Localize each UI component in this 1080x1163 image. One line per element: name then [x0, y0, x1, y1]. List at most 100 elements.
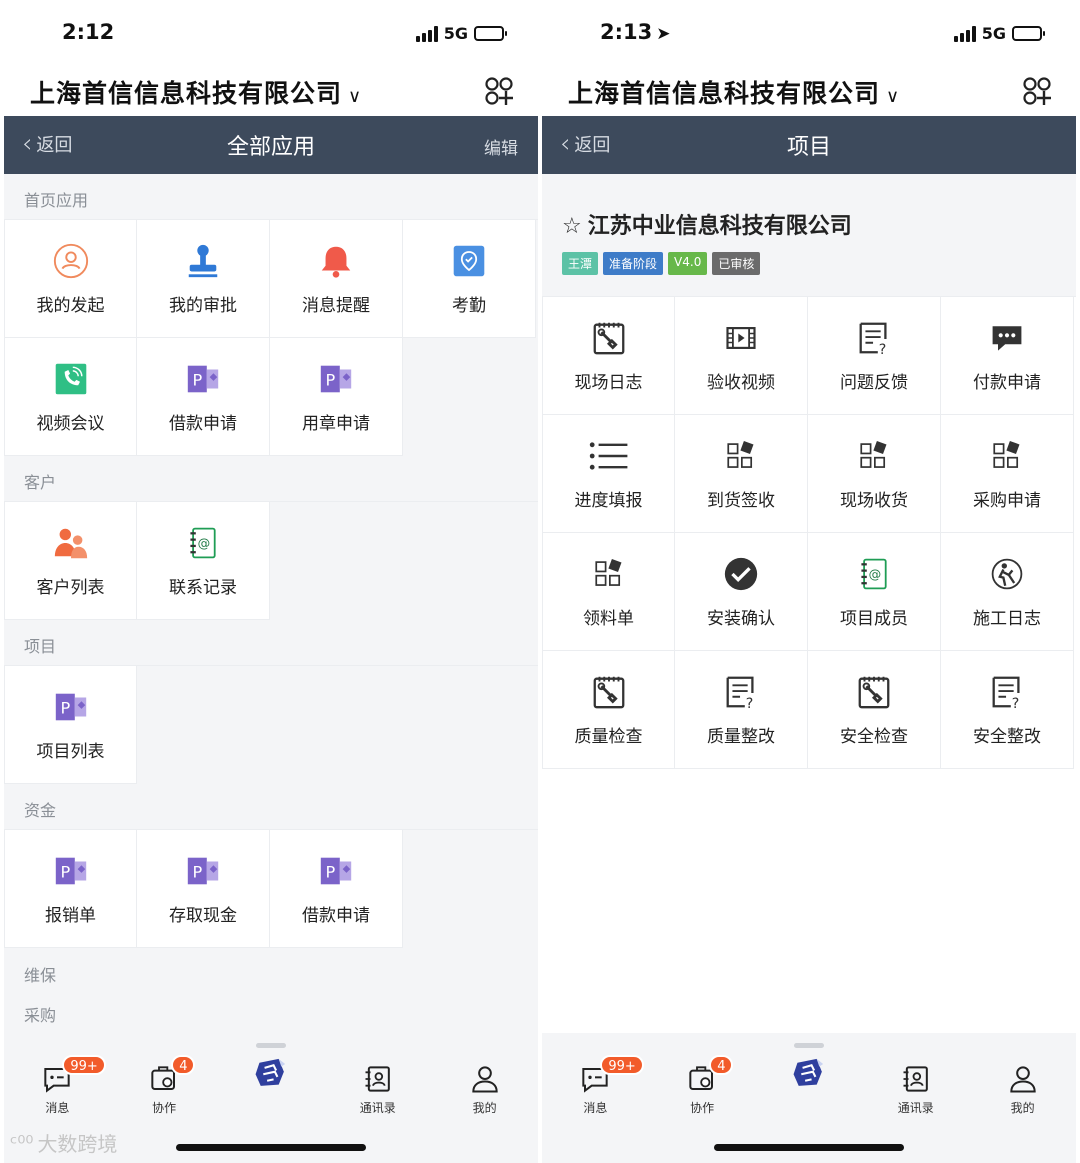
app-tile-label: 报销单	[45, 906, 96, 926]
app-tile[interactable]: 进度填报	[542, 415, 675, 533]
app-tile[interactable]: 安全检查	[808, 651, 941, 769]
p-form-icon: P	[183, 359, 223, 399]
app-tile[interactable]: 安装确认	[675, 533, 808, 651]
app-tile[interactable]: P 用章申请	[270, 338, 403, 456]
section-grid: 客户列表 @ 联系记录	[4, 501, 538, 620]
tab-label: 我的	[1010, 1101, 1035, 1115]
app-tile-label: 考勤	[452, 296, 486, 316]
app-tile-label: 现场日志	[574, 373, 643, 393]
company-selector[interactable]: 上海首信信息科技有限公司 ∨	[568, 74, 900, 110]
app-tile[interactable]: @ 联系记录	[137, 502, 270, 620]
svg-text:?: ?	[879, 342, 887, 357]
user-circle-icon	[51, 241, 91, 281]
app-tile[interactable]: ? 安全整改	[941, 651, 1074, 769]
p-form-icon: P	[51, 687, 91, 727]
apps-grid-icon[interactable]	[1022, 76, 1052, 106]
address-book-icon: @	[854, 554, 894, 594]
logo-icon: ᶜ⁰⁰	[10, 1130, 34, 1155]
svg-text:P: P	[193, 371, 203, 390]
nav-bar: ‹ 返回 项目	[542, 116, 1076, 174]
svg-text:@: @	[198, 536, 211, 551]
app-tile-label: 质量检查	[574, 727, 643, 747]
star-icon[interactable]: ☆	[562, 214, 582, 239]
nav-bar: ‹ 返回 全部应用 编辑	[4, 116, 538, 174]
app-tile[interactable]: 付款申请	[941, 297, 1074, 415]
app-tile[interactable]: ? 质量整改	[675, 651, 808, 769]
p-form-icon: P	[316, 851, 356, 891]
tab-home[interactable]	[764, 1058, 854, 1116]
app-tile[interactable]: 领料单	[542, 533, 675, 651]
app-tile[interactable]: 客户列表	[4, 502, 137, 620]
status-time: 2:13 ➤	[600, 20, 671, 44]
app-tile[interactable]: 我的发起	[4, 220, 137, 338]
person-icon	[467, 1061, 503, 1097]
status-badge: 王潭	[562, 252, 599, 275]
tab-contacts[interactable]: 通讯录	[871, 1061, 961, 1116]
section-title: 维保	[24, 966, 57, 985]
app-tile[interactable]: P 项目列表	[4, 666, 137, 784]
app-tile-label: 采购申请	[973, 491, 1041, 511]
app-tile[interactable]: P 存取现金	[137, 830, 270, 948]
right-screen: 2:13 ➤ 5G 上海首信信息科技有限公司 ∨ ‹ 返回 项目 ☆ 江苏中业信息科技有…	[542, 0, 1076, 1163]
app-tile[interactable]: 施工日志	[941, 533, 1074, 651]
page-title: 全部应用	[226, 135, 315, 160]
tab-collaboration[interactable]: 协作 4	[119, 1055, 209, 1116]
address-book-icon: @	[183, 523, 223, 563]
company-bar: 上海首信信息科技有限公司 ∨	[4, 66, 538, 116]
app-tile[interactable]: 现场日志	[542, 297, 675, 415]
home-logo-icon	[791, 1055, 827, 1091]
app-tile[interactable]: P 报销单	[4, 830, 137, 948]
app-tile-label: 付款申请	[973, 373, 1041, 393]
tab-label: 我的	[472, 1101, 497, 1115]
tab-me[interactable]: 我的	[440, 1061, 530, 1116]
chat-bubble-icon	[987, 318, 1027, 358]
section-title: 资金	[24, 801, 57, 820]
p-form-icon: P	[51, 851, 91, 891]
section-title: 首页应用	[24, 191, 89, 210]
status-badge: V4.0	[668, 252, 708, 275]
app-tile[interactable]: ? 问题反馈	[808, 297, 941, 415]
p-form-icon: P	[316, 359, 356, 399]
app-tile-label: 消息提醒	[302, 296, 370, 316]
app-tile-label: 问题反馈	[840, 373, 908, 393]
stamp-icon	[183, 241, 223, 281]
tab-messages[interactable]: 消息 99+	[12, 1055, 106, 1116]
app-tile[interactable]: 我的审批	[137, 220, 270, 338]
tab-collaboration[interactable]: 协作 4	[657, 1055, 747, 1116]
app-tile[interactable]: 现场收货	[808, 415, 941, 533]
tab-contacts[interactable]: 通讯录	[333, 1061, 423, 1116]
company-selector[interactable]: 上海首信信息科技有限公司 ∨	[30, 74, 362, 110]
tab-home[interactable]	[226, 1058, 316, 1116]
apps-grid-icon[interactable]	[484, 76, 514, 106]
app-tile-label: 客户列表	[36, 578, 105, 598]
app-tile-label: 借款申请	[302, 906, 370, 926]
edit-button[interactable]: 编辑	[484, 134, 518, 159]
app-tile[interactable]: P 借款申请	[270, 830, 403, 948]
app-tile[interactable]: @ 项目成员	[808, 533, 941, 651]
app-tile-label: 用章申请	[302, 414, 370, 434]
page-title: 项目	[786, 135, 831, 160]
tab-messages[interactable]: 消息 99+	[550, 1055, 644, 1116]
app-tile-label: 安全整改	[973, 727, 1041, 747]
svg-text:P: P	[60, 699, 70, 718]
clipboard-tool-icon	[589, 318, 629, 358]
app-tile[interactable]: 到货签收	[675, 415, 808, 533]
blocks-icon	[987, 436, 1027, 476]
app-tile[interactable]: 采购申请	[941, 415, 1074, 533]
tab-label: 消息	[583, 1101, 608, 1115]
app-tile[interactable]: 消息提醒	[270, 220, 403, 338]
tab-me[interactable]: 我的	[978, 1061, 1068, 1116]
app-tile[interactable]: 视频会议	[4, 338, 137, 456]
app-tile[interactable]: 考勤	[403, 220, 536, 338]
app-tile[interactable]: 验收视频	[675, 297, 808, 415]
location-pin-icon	[449, 241, 489, 281]
app-tile[interactable]: 质量检查	[542, 651, 675, 769]
project-name: ☆ 江苏中业信息科技有限公司	[562, 214, 852, 239]
app-tile-label: 施工日志	[973, 609, 1041, 629]
person-icon	[1005, 1061, 1041, 1097]
app-tile-label: 借款申请	[169, 414, 237, 434]
notification-badge: 4	[709, 1055, 734, 1075]
location-arrow-icon: ➤	[656, 24, 671, 44]
app-tile[interactable]: P 借款申请	[137, 338, 270, 456]
project-header: ☆ 江苏中业信息科技有限公司 王潭 准备阶段 V4.0 已审核	[542, 174, 1076, 296]
